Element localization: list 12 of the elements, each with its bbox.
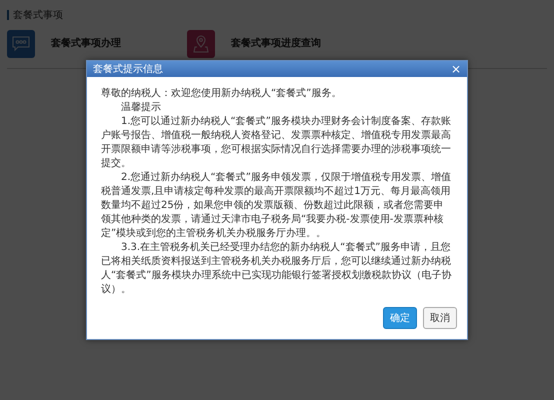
dialog-title: 套餐式提示信息 [93, 62, 163, 76]
notice-paragraph: 2.您通过新办纳税人“套餐式”服务申领发票，仅限于增值税专用发票、增值税普通发票,且申请核定每种发票的最高开票限额均不超过1万元、每月最高领用数量均不超过25份，如果您申领的发票版额、份数超过此限额，或者您需要申领其他种类的发票，请通过天津市电子税务局“我要办税-发票使用-发票票种核定”模块或到您的主管税务机关办税服务厅办理。。 [101, 171, 452, 241]
tile-label[interactable]: 套餐式事项进度查询 [231, 36, 321, 50]
notice-paragraph: 温馨提示 [120, 101, 162, 115]
section-title: 套餐式事项 [13, 8, 63, 22]
close-button[interactable]: × [450, 63, 461, 75]
notice-paragraph: 3.3.在主管税务机关已经受理办结您的新办纳税人“套餐式”服务申请，且您已将相关纸质资料报送到主管税务机关办税服务厅后，您可以继续通过新办纳税人“套餐式”服务模块办理系统中已实现功能银行签署授权划缴税款协议（电子协议）。 [101, 241, 452, 297]
cancel-button[interactable]: 取消 [423, 307, 457, 329]
notice-paragraph: 尊敬的纳税人：欢迎您使用新办纳税人“套餐式”服务。 [101, 87, 342, 101]
tile-label[interactable]: 套餐式事项办理 [51, 36, 121, 50]
notice-paragraph: 1.您可以通过新办纳税人“套餐式”服务模块办理财务会计制度备案、存款账户账号报告、增值税一般纳税人资格登记、发票票种核定、增值税专用发票最高开票限额申请等涉税事项，您可根据实际情况自行选择需要办理的涉税事项统一提交。 [101, 115, 452, 171]
confirm-button[interactable]: 确定 [383, 307, 417, 329]
